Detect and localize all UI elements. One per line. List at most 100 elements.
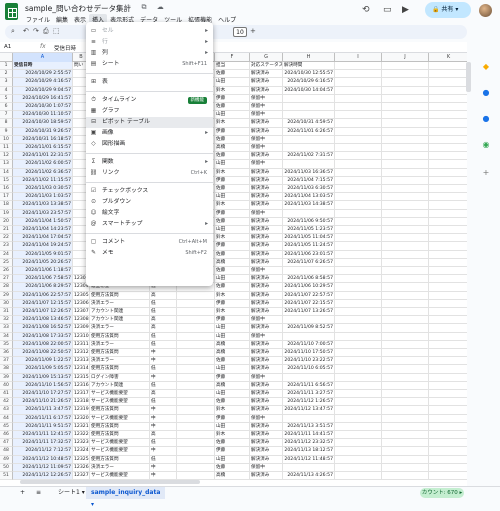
table-cell[interactable] bbox=[429, 144, 467, 153]
table-cell[interactable]: 保留中 bbox=[250, 103, 283, 112]
table-cell[interactable] bbox=[429, 431, 467, 440]
table-cell[interactable] bbox=[335, 308, 382, 317]
table-cell[interactable]: 低 bbox=[150, 381, 177, 390]
table-cell[interactable] bbox=[382, 176, 429, 185]
table-cell[interactable] bbox=[429, 308, 467, 317]
row-number[interactable]: 11 bbox=[0, 144, 13, 153]
table-cell[interactable]: 2024/11/07 22:57:57 bbox=[283, 291, 335, 300]
table-cell[interactable]: 鈴木 bbox=[215, 168, 250, 177]
table-cell[interactable]: 2024/11/04 13:03:57 bbox=[283, 193, 335, 202]
table-cell[interactable] bbox=[429, 283, 467, 292]
table-cell[interactable] bbox=[335, 472, 382, 481]
row-number[interactable]: 23 bbox=[0, 242, 13, 251]
row-number[interactable]: 33 bbox=[0, 324, 13, 333]
table-cell[interactable] bbox=[335, 340, 382, 349]
table-cell[interactable]: 高 bbox=[150, 324, 177, 333]
table-cell[interactable]: 鈴木 bbox=[215, 234, 250, 243]
table-cell[interactable] bbox=[177, 316, 215, 325]
table-cell[interactable]: 解決済み bbox=[250, 308, 283, 317]
table-cell[interactable]: 2024/11/02 6:36:57 bbox=[13, 168, 73, 177]
table-cell[interactable] bbox=[335, 373, 382, 382]
search-icon[interactable]: ⌕ bbox=[11, 27, 15, 36]
table-cell[interactable]: 2024/11/07 13:26:57 bbox=[283, 308, 335, 317]
table-cell[interactable]: 解決済み bbox=[250, 447, 283, 456]
table-cell[interactable]: 12317 bbox=[73, 390, 90, 399]
table-cell[interactable]: 2024/11/02 11:15:57 bbox=[13, 176, 73, 185]
table-cell[interactable]: 2024/11/06 9:50:57 bbox=[283, 217, 335, 226]
table-cell[interactable] bbox=[429, 177, 467, 185]
table-cell[interactable] bbox=[335, 316, 382, 325]
table-cell[interactable] bbox=[382, 283, 429, 292]
table-cell[interactable] bbox=[283, 144, 335, 153]
horizontal-scrollbar[interactable] bbox=[20, 480, 200, 484]
table-cell[interactable]: 鈴木 bbox=[215, 119, 250, 128]
table-cell[interactable]: 解決済み bbox=[250, 365, 283, 374]
comment-icon[interactable]: ▭ bbox=[383, 5, 392, 15]
spreadsheet-grid[interactable]: ABCDEFGHIJK 1受信日時問い担当対応ステータス解決時間22024/10… bbox=[0, 53, 467, 486]
table-cell[interactable] bbox=[335, 299, 382, 308]
table-cell[interactable] bbox=[335, 283, 382, 292]
row-number[interactable]: 49 bbox=[0, 455, 13, 464]
row-number[interactable]: 50 bbox=[0, 463, 13, 472]
table-cell[interactable]: 2024/11/04 1:50:57 bbox=[13, 217, 73, 226]
tab-sample-inquiry-data[interactable]: sample_inquiry_data ▾ bbox=[86, 487, 165, 508]
table-cell[interactable] bbox=[283, 209, 335, 218]
table-cell[interactable]: アカウント関連 bbox=[90, 316, 150, 325]
table-cell[interactable] bbox=[177, 406, 215, 415]
table-cell[interactable]: 解決済み bbox=[250, 201, 283, 210]
table-cell[interactable]: 2024/11/10 23:22:57 bbox=[283, 357, 335, 366]
table-cell[interactable] bbox=[429, 259, 467, 267]
table-cell[interactable]: 高橋 bbox=[215, 340, 250, 349]
table-cell[interactable] bbox=[382, 308, 429, 317]
table-cell[interactable]: 伊藤 bbox=[215, 94, 250, 103]
table-cell[interactable]: 2024/11/12 12:26:57 bbox=[13, 472, 73, 481]
menu-item-3[interactable]: ▤ シート Shift+F11 bbox=[86, 59, 213, 70]
table-cell[interactable]: 2024/11/03 0:30:57 bbox=[13, 185, 73, 194]
table-cell[interactable] bbox=[335, 144, 382, 153]
table-cell[interactable] bbox=[382, 209, 429, 218]
table-cell[interactable] bbox=[335, 70, 382, 79]
table-cell[interactable]: 高橋 bbox=[215, 349, 250, 358]
table-cell[interactable] bbox=[382, 250, 429, 259]
row-number[interactable]: 16 bbox=[0, 185, 13, 194]
row-number[interactable]: 6 bbox=[0, 103, 13, 112]
table-cell[interactable]: 解決済み bbox=[250, 234, 283, 243]
table-cell[interactable] bbox=[429, 201, 467, 210]
row-number[interactable]: 40 bbox=[0, 381, 13, 390]
table-cell[interactable]: 2024/10/29 4:16:57 bbox=[13, 78, 73, 87]
row-number[interactable]: 17 bbox=[0, 193, 13, 202]
table-cell[interactable]: 伊藤 bbox=[215, 127, 250, 136]
table-cell[interactable]: 2024/11/09 8:52:57 bbox=[283, 324, 335, 333]
table-cell[interactable] bbox=[335, 390, 382, 399]
vertical-scrollbar[interactable] bbox=[466, 62, 471, 92]
table-cell[interactable]: 2024/11/03 23:57:57 bbox=[13, 209, 73, 218]
table-cell[interactable]: 12322 bbox=[73, 431, 90, 440]
row-number[interactable]: 29 bbox=[0, 291, 13, 300]
table-cell[interactable]: 佐藤 bbox=[215, 398, 250, 407]
count-summary[interactable]: カウント: 670 ▸ bbox=[420, 488, 464, 498]
row-number[interactable]: 14 bbox=[0, 168, 13, 177]
table-cell[interactable]: 保留中 bbox=[250, 135, 283, 144]
row-number[interactable]: 9 bbox=[0, 127, 13, 136]
table-cell[interactable]: 伊藤 bbox=[215, 373, 250, 382]
column-header-F[interactable]: F bbox=[215, 53, 250, 62]
table-cell[interactable]: 伊藤 bbox=[215, 414, 250, 423]
menu-8[interactable]: ヘルプ bbox=[215, 14, 239, 24]
table-cell[interactable]: 12309 bbox=[73, 324, 90, 333]
table-cell[interactable]: 2024/11/03 16:36:57 bbox=[283, 168, 335, 177]
table-cell[interactable] bbox=[177, 398, 215, 407]
row-number[interactable]: 36 bbox=[0, 349, 13, 358]
table-cell[interactable]: 2024/11/12 11:09:57 bbox=[13, 463, 73, 472]
table-cell[interactable] bbox=[429, 439, 467, 448]
table-cell[interactable]: 山田 bbox=[215, 422, 250, 431]
table-cell[interactable]: サービス機能要望 bbox=[90, 390, 150, 399]
table-cell[interactable] bbox=[335, 201, 382, 210]
table-cell[interactable] bbox=[382, 349, 429, 358]
table-cell[interactable] bbox=[429, 185, 467, 194]
table-cell[interactable]: 保留中 bbox=[250, 144, 283, 153]
table-cell[interactable] bbox=[177, 439, 215, 448]
header-cell[interactable]: 担当 bbox=[215, 62, 250, 71]
table-cell[interactable]: 解決済み bbox=[250, 291, 283, 300]
table-cell[interactable]: 解決済み bbox=[250, 119, 283, 128]
table-cell[interactable] bbox=[429, 128, 467, 136]
